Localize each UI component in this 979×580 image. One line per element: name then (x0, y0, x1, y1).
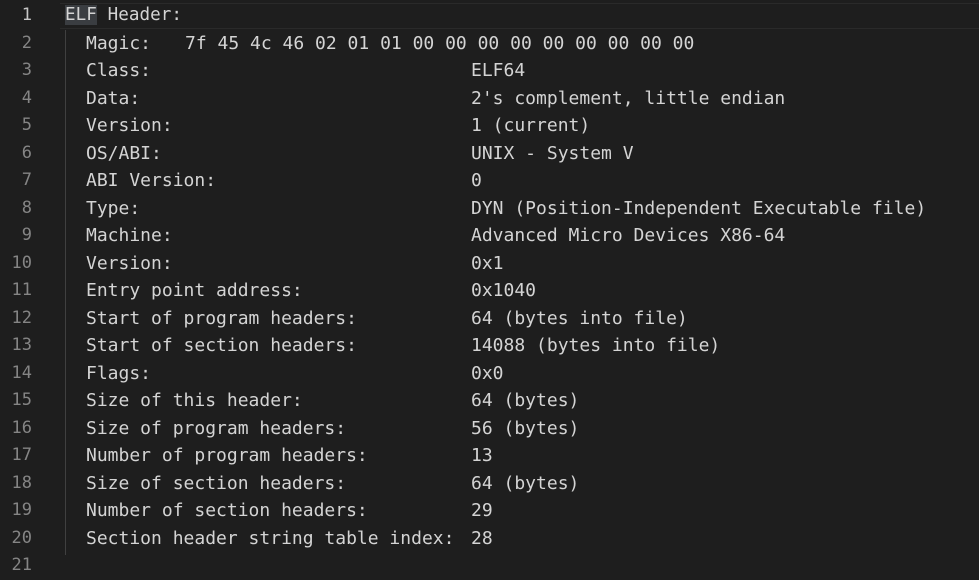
field-key: Type: (86, 197, 141, 219)
field-key: Start of section headers: (86, 335, 357, 356)
field-key: Class: (86, 60, 152, 81)
field-value: 1 (current) (471, 115, 591, 136)
field-key: Number of section headers: (86, 500, 368, 521)
line-number: 10 (11, 252, 32, 273)
field-key: ABI Version: (86, 170, 217, 191)
field-value: 0x0 (471, 362, 504, 384)
field-key: Machine: (86, 225, 173, 246)
editor-line[interactable]: 6 OS/ABI: UNIX - System V (0, 140, 979, 168)
code-editor[interactable]: 1 ELF Header: 2 Magic: 7f 45 4c 46 02 01 01 … (0, 0, 979, 579)
elf-header-title: ELF Header: (65, 2, 182, 30)
field-value: ELF64 (471, 60, 526, 81)
selected-text: ELF (65, 5, 97, 25)
line-number: 8 (21, 197, 32, 218)
line-number: 16 (11, 417, 32, 438)
field-value: DYN (Position-Independent Executable fil… (471, 197, 927, 219)
field-value: 29 (471, 500, 493, 521)
field-value: 13 (471, 445, 493, 466)
line-number: 15 (11, 390, 32, 410)
field-value: 28 (471, 527, 493, 549)
editor-line[interactable]: 21 (0, 552, 979, 580)
line-number: 14 (11, 362, 32, 383)
line-number: 3 (21, 60, 32, 80)
field-key: Start of program headers: (86, 307, 357, 329)
field-key: Size of this header: (86, 390, 303, 411)
field-key: Size of section headers: (86, 472, 347, 494)
line-number: 4 (21, 87, 32, 108)
field-key: Section header string table index: (86, 527, 455, 549)
header-title-rest: Header: (96, 5, 183, 25)
line-number: 7 (21, 170, 32, 190)
editor-line[interactable]: 1 ELF Header: (0, 2, 979, 30)
field-key: Size of program headers: (86, 417, 347, 439)
line-number: 12 (11, 307, 32, 328)
editor-line[interactable]: 13 Start of section headers: 14088 (bytes … (0, 332, 979, 360)
editor-line[interactable]: 5 Version: 1 (current) (0, 112, 979, 140)
editor-line[interactable]: 16 Size of program headers: 56 (bytes) (0, 415, 979, 443)
editor-line[interactable]: 14 Flags: 0x0 (0, 360, 979, 388)
editor-line[interactable]: 15 Size of this header: 64 (bytes) (0, 387, 979, 415)
field-key: Number of program headers: (86, 445, 368, 466)
line-number: 17 (11, 445, 32, 465)
field-value: UNIX - System V (471, 142, 634, 164)
field-key: Entry point address: (86, 280, 303, 301)
field-key: Flags: (86, 362, 152, 384)
field-value: 56 (bytes) (471, 417, 580, 439)
line-number: 2 (21, 32, 32, 53)
editor-line[interactable]: 20 Section header string table index: 28 (0, 525, 979, 553)
editor-line[interactable]: 7 ABI Version: 0 (0, 167, 979, 195)
field-value: Advanced Micro Devices X86-64 (471, 225, 786, 246)
line-number: 18 (11, 472, 32, 493)
line-number: 9 (21, 225, 32, 245)
line-number: 11 (11, 280, 32, 300)
editor-line[interactable]: 18 Size of section headers: 64 (bytes) (0, 470, 979, 498)
field-key: OS/ABI: (86, 142, 162, 164)
line-number: 13 (11, 335, 32, 355)
editor-line[interactable]: 17 Number of program headers: 13 (0, 442, 979, 470)
magic-value: 7f 45 4c 46 02 01 01 00 00 00 00 00 00 0… (185, 32, 695, 54)
editor-line[interactable]: 4 Data: 2's complement, little endian (0, 85, 979, 113)
editor-line[interactable]: 11 Entry point address: 0x1040 (0, 277, 979, 305)
line-number: 1 (21, 5, 32, 25)
line-number: 19 (11, 500, 32, 520)
field-value: 64 (bytes into file) (471, 307, 688, 329)
field-value: 0x1 (471, 252, 504, 274)
field-value: 2's complement, little endian (471, 87, 786, 109)
line-number: 5 (21, 115, 32, 135)
field-value: 64 (bytes) (471, 472, 580, 494)
field-key: Version: (86, 115, 173, 136)
field-value: 14088 (bytes into file) (471, 335, 721, 356)
editor-line[interactable]: 3 Class: ELF64 (0, 57, 979, 85)
field-value: 0 (471, 170, 482, 191)
field-key: Data: (86, 87, 141, 109)
field-key: Version: (86, 252, 173, 274)
magic-label: Magic: (86, 32, 152, 54)
editor-line[interactable]: 2 Magic: 7f 45 4c 46 02 01 01 00 00 00 00 … (0, 30, 979, 58)
editor-line[interactable]: 12 Start of program headers: 64 (bytes int… (0, 305, 979, 333)
line-number: 6 (21, 142, 32, 163)
editor-line[interactable]: 10 Version: 0x1 (0, 250, 979, 278)
editor-line[interactable]: 19 Number of section headers: 29 (0, 497, 979, 525)
editor-line[interactable]: 9 Machine: Advanced Micro Devices X86-64 (0, 222, 979, 250)
editor-line[interactable]: 8 Type: DYN (Position-Independent Executab… (0, 195, 979, 223)
line-number: 21 (11, 555, 32, 575)
field-value: 0x1040 (471, 280, 537, 301)
field-value: 64 (bytes) (471, 390, 580, 411)
line-number: 20 (11, 527, 32, 548)
